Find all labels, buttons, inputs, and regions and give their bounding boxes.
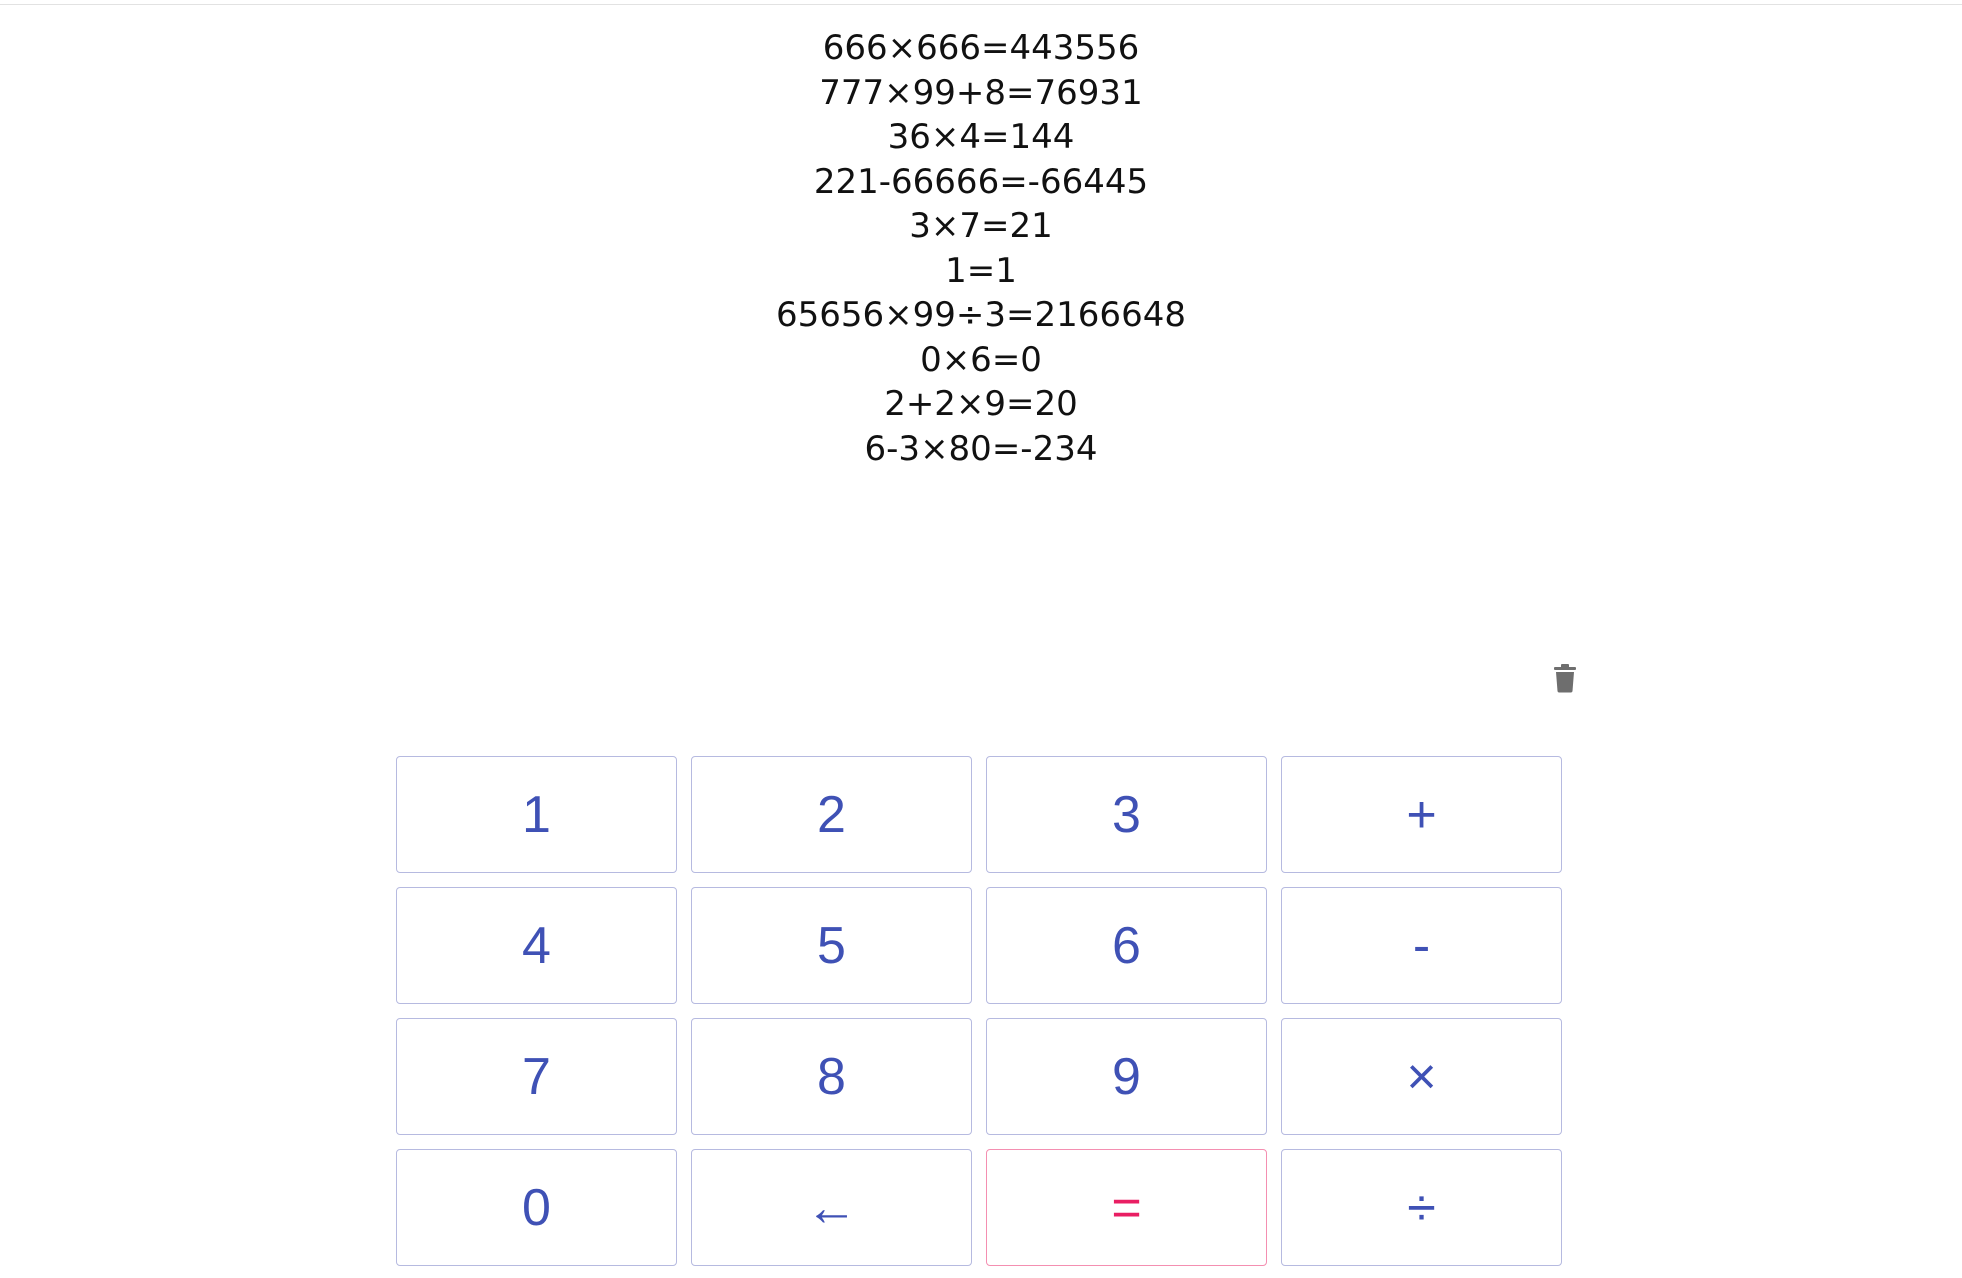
key-9[interactable]: 9 — [986, 1018, 1267, 1135]
key-0[interactable]: 0 — [396, 1149, 677, 1266]
clear-history-button[interactable] — [1552, 663, 1578, 693]
key-5[interactable]: 5 — [691, 887, 972, 1004]
history-entry: 3×7=21 — [909, 206, 1053, 246]
history-entry: 1=1 — [945, 250, 1017, 291]
key-minus[interactable]: - — [1281, 887, 1562, 1004]
key-4[interactable]: 4 — [396, 887, 677, 1004]
top-divider — [0, 4, 1962, 5]
key-7[interactable]: 7 — [396, 1018, 677, 1135]
key-6[interactable]: 6 — [986, 887, 1267, 1004]
key-8[interactable]: 8 — [691, 1018, 972, 1135]
history-entry: 65656×99÷3=2166648 — [776, 295, 1186, 335]
key-divide[interactable]: ÷ — [1281, 1149, 1562, 1266]
history-entry: 221-66666=-66445 — [813, 161, 1149, 202]
history-entry: 666×666=443556 — [822, 28, 1140, 68]
history-entry: 36×4=144 — [887, 117, 1075, 157]
key-equals[interactable]: = — [986, 1149, 1267, 1266]
trash-icon — [1554, 664, 1576, 693]
history-entry: 2+2×9=20 — [884, 384, 1078, 424]
key-backspace[interactable]: ← — [691, 1149, 972, 1266]
history-entry: 0×6=0 — [920, 339, 1042, 380]
key-2[interactable]: 2 — [691, 756, 972, 873]
key-plus[interactable]: + — [1281, 756, 1562, 873]
history-list: 666×666=443556 777×99+8=76931 36×4=144 2… — [0, 26, 1962, 471]
keypad: 1 2 3 + 4 5 6 - 7 8 9 × 0 ← = ÷ — [396, 756, 1564, 1266]
history-entry: 777×99+8=76931 — [819, 72, 1143, 113]
key-multiply[interactable]: × — [1281, 1018, 1562, 1135]
history-entry: 6-3×80=-234 — [864, 428, 1098, 469]
key-3[interactable]: 3 — [986, 756, 1267, 873]
key-1[interactable]: 1 — [396, 756, 677, 873]
